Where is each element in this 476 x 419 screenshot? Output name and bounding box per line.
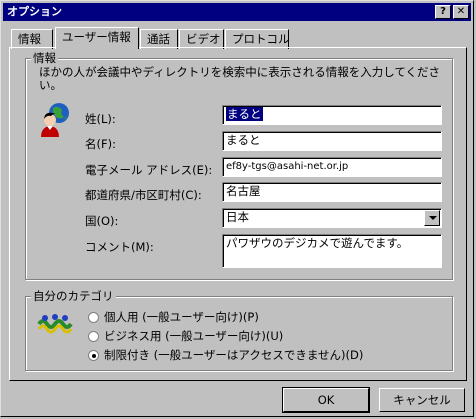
info-group-label: 情報 — [31, 50, 58, 66]
window-title: オプション — [7, 5, 62, 18]
business-radio[interactable] — [88, 331, 99, 342]
tab-call[interactable]: 通話 — [140, 29, 178, 49]
last-name-input[interactable]: まると — [222, 105, 442, 125]
help-button[interactable]: ? — [435, 5, 451, 19]
people-wave-icon — [37, 314, 73, 334]
country-select[interactable]: 日本 — [222, 208, 442, 228]
chevron-down-icon[interactable] — [424, 210, 440, 226]
info-description: ほかの人が会議中やディレクトリを検索中に表示される情報を入力してください。 — [39, 65, 441, 92]
comment-label: コメント(M): — [85, 240, 154, 254]
cancel-button[interactable]: キャンセル — [379, 388, 465, 412]
tab-video[interactable]: ビデオ — [179, 29, 224, 49]
business-label[interactable]: ビジネス用 (一般ユーザー向け)(U) — [104, 328, 283, 344]
restricted-label[interactable]: 制限付き (一般ユーザーはアクセスできません)(D) — [104, 347, 363, 363]
tab-user-info[interactable]: ユーザー情報 — [55, 27, 139, 49]
first-name-label: 名(F): — [85, 137, 116, 151]
personal-label[interactable]: 個人用 (一般ユーザー向け)(P) — [104, 309, 259, 325]
email-label: 電子メール アドレス(E): — [85, 163, 213, 177]
close-button[interactable]: ✕ — [453, 5, 469, 19]
restricted-radio[interactable] — [88, 350, 99, 361]
category-group-label: 自分のカテゴリ — [31, 288, 116, 304]
country-value: 日本 — [226, 210, 249, 224]
last-name-label: 姓(L): — [85, 112, 116, 126]
personal-radio[interactable] — [88, 312, 99, 323]
first-name-input[interactable]: まると — [222, 131, 442, 151]
tab-info[interactable]: 情報 — [11, 29, 53, 49]
options-dialog: オプション ? ✕ 情報 ユーザー情報 通話 ビデオ プロトコル 情報 ほかの人… — [0, 0, 474, 417]
comment-input[interactable]: パワザウのデジカメで遊んでます。 — [222, 234, 442, 268]
city-label: 都道府県/市区町村(C): — [85, 188, 202, 202]
person-globe-icon — [41, 103, 69, 137]
country-label: 国(O): — [85, 214, 119, 228]
title-bar: オプション ? ✕ — [3, 3, 471, 21]
city-input[interactable]: 名古屋 — [222, 182, 442, 202]
email-input[interactable]: ef8y-tgs@asahi-net.or.jp — [222, 157, 442, 177]
tab-protocol[interactable]: プロトコル — [225, 29, 290, 49]
ok-button[interactable]: OK — [282, 387, 370, 413]
